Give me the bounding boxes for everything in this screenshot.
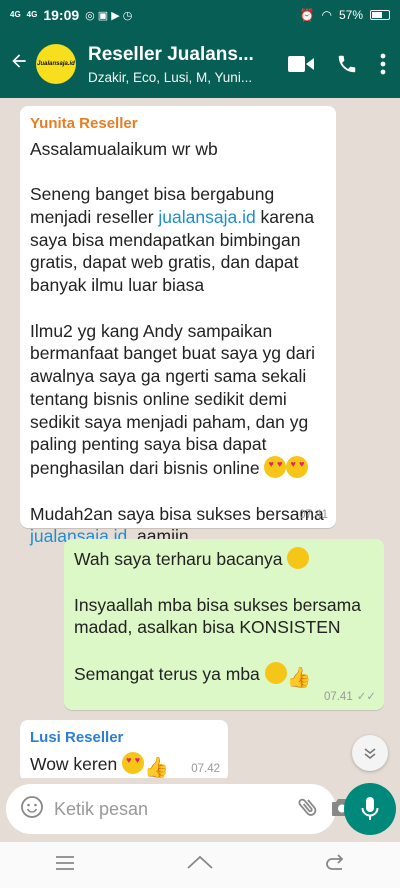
message-paragraph: Mudah2an saya bisa sukses bersama xyxy=(30,503,329,524)
message-text: Wah saya terharu bacanya Insyaallah mba … xyxy=(74,547,374,689)
smirk-emoji-icon xyxy=(264,661,287,684)
heart-eyes-emoji-icon xyxy=(122,751,145,774)
scroll-down-icon[interactable] xyxy=(352,735,388,771)
chat-members: Dzakir, Eco, Lusi, M, Yuni... xyxy=(88,69,253,85)
message-input[interactable] xyxy=(54,798,286,820)
chat-title: Reseller Jualans... xyxy=(88,43,254,65)
message-time: 07.41 xyxy=(323,691,353,704)
phone-icon[interactable] xyxy=(336,53,358,75)
video-call-icon[interactable] xyxy=(288,55,314,73)
mic-icon[interactable] xyxy=(344,783,396,835)
message-time: 07.42 xyxy=(191,763,220,776)
menu-nav-icon[interactable] xyxy=(55,855,75,876)
alarm-icon: ⏰ xyxy=(299,8,315,22)
battery-icon xyxy=(370,10,390,20)
message-link[interactable]: jualansaja.id xyxy=(158,207,255,227)
chat-area[interactable]: Yunita Reseller Assalamualaikum wr wb Se… xyxy=(0,98,400,778)
battery-percent: 57% xyxy=(338,8,363,22)
sad-emoji-icon xyxy=(287,547,310,569)
heart-eyes-emoji-icon xyxy=(286,456,309,478)
sender-name: Yunita Reseller xyxy=(30,115,138,132)
message-composer xyxy=(6,784,352,834)
thumbs-up-icon: 👍 xyxy=(286,666,312,689)
message-paragraph: Wow keren xyxy=(30,753,123,774)
back-nav-icon[interactable] xyxy=(325,853,345,877)
attach-icon[interactable] xyxy=(296,795,320,824)
chat-header: Jualansaja.id Reseller Jualans... Dzakir… xyxy=(0,30,400,98)
message-paragraph: Wah saya terharu bacanya xyxy=(74,549,288,569)
chat-title-block[interactable]: Reseller Jualans... Dzakir, Eco, Lusi, M… xyxy=(88,44,268,85)
group-avatar[interactable]: Jualansaja.id xyxy=(36,44,76,84)
message-paragraph: Assalamualaikum wr wb xyxy=(30,138,218,159)
sender-name: Lusi Reseller xyxy=(30,729,124,746)
emoji-icon[interactable] xyxy=(20,795,44,824)
thumbs-up-icon: 👍 xyxy=(144,756,169,779)
notification-icons: ◎ ▣ ▶ ◷ xyxy=(85,9,133,22)
home-nav-icon[interactable] xyxy=(186,854,214,877)
avatar-logo-text: Jualansaja.id xyxy=(37,61,75,67)
message-bubble-incoming[interactable]: Lusi Reseller Wow keren 👍 07.42 xyxy=(20,720,228,778)
network-indicator: 4G xyxy=(10,10,21,19)
status-time: 19:09 xyxy=(43,7,80,23)
message-bubble-incoming[interactable]: Yunita Reseller Assalamualaikum wr wb Se… xyxy=(20,106,336,546)
message-paragraph: Semangat terus ya mba xyxy=(74,663,265,684)
network-indicator-2: 4G xyxy=(26,10,38,19)
message-text: Wow keren 👍 xyxy=(30,751,218,779)
status-bar: 4G 4G 19:09 ◎ ▣ ▶ ◷ ⏰ ◠ 57% xyxy=(0,0,400,30)
message-time: 07.41 xyxy=(299,509,328,522)
wifi-icon: ◠ xyxy=(321,8,332,22)
back-arrow-icon[interactable] xyxy=(2,51,36,77)
message-bubble-outgoing[interactable]: Wah saya terharu bacanya Insyaallah mba … xyxy=(64,539,384,710)
message-paragraph: Insyaallah mba bisa sukses bersama madad… xyxy=(74,594,366,638)
message-paragraph: Ilmu2 yg kang Andy sampaikan bermanfaat … xyxy=(30,320,320,479)
read-ticks-icon: ✓✓ xyxy=(356,691,376,704)
heart-eyes-emoji-icon xyxy=(264,456,287,478)
more-icon[interactable] xyxy=(380,53,386,75)
system-nav-bar xyxy=(0,842,400,888)
message-text: Assalamualaikum wr wb Seneng banget bisa… xyxy=(30,138,326,549)
